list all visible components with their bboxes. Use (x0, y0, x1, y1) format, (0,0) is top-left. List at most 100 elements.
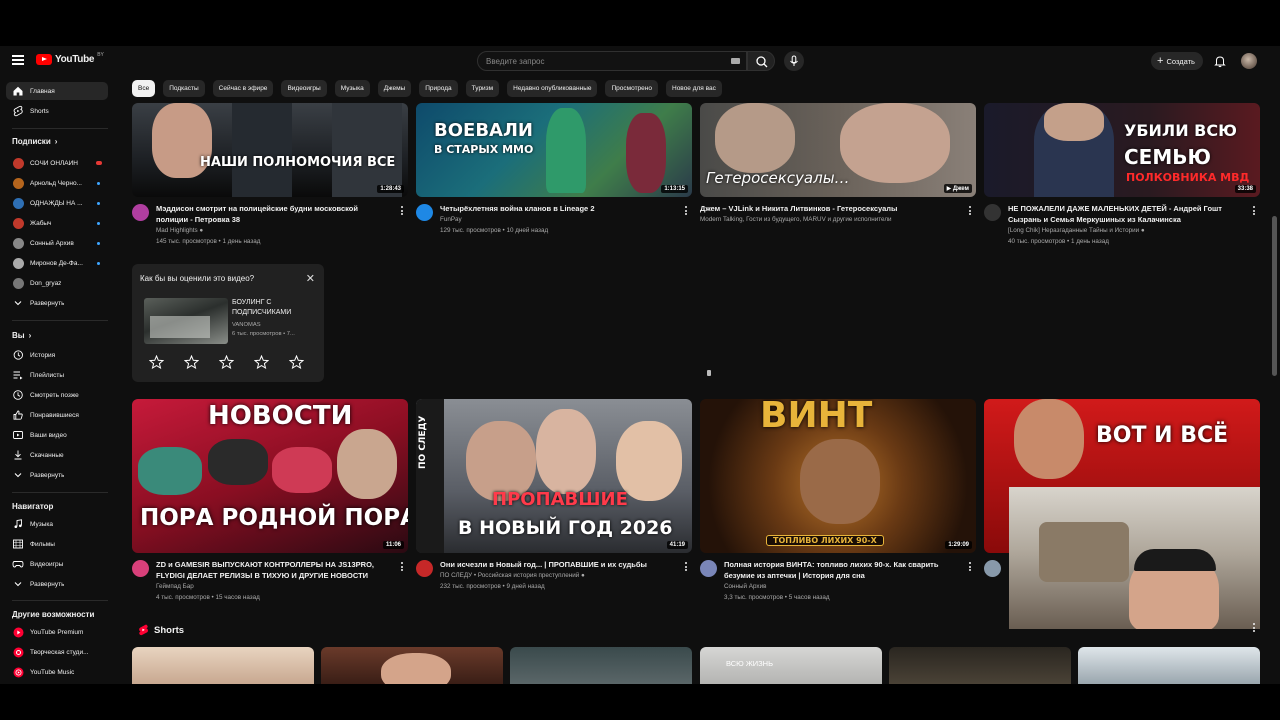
short-thumbnail[interactable]: ВСЮ ЖИЗНЬ (700, 647, 882, 684)
chip-all[interactable]: Все (132, 80, 156, 97)
you-expand[interactable]: Развернуть (6, 466, 108, 484)
sidebar-sub-item[interactable]: СОЧИ ОНЛАЙН (6, 154, 108, 172)
more-actions-icon[interactable] (969, 206, 972, 217)
sidebar-item-downloads[interactable]: Скачанные (6, 446, 108, 464)
survey-video-thumbnail[interactable] (144, 298, 228, 344)
account-avatar[interactable] (1241, 53, 1257, 69)
channel-avatar[interactable] (416, 204, 433, 221)
video-title[interactable]: Они исчезли в Новый год... | ПРОПАВШИЕ и… (440, 560, 676, 571)
channel-name[interactable]: ПО СЛЕДУ • Российская история преступлен… (440, 572, 585, 579)
keyboard-icon[interactable] (731, 58, 740, 64)
search-button[interactable] (747, 51, 775, 71)
video-thumbnail[interactable]: Гетеросексуалы… ▶ Джем (700, 103, 976, 197)
menu-icon[interactable] (12, 55, 24, 65)
more-actions-icon[interactable] (685, 206, 688, 217)
channel-name[interactable]: Геймпад Бар (156, 583, 194, 590)
sidebar-item-history[interactable]: История (6, 346, 108, 364)
channel-avatar[interactable] (984, 204, 1001, 221)
sidebar-item-gaming[interactable]: Видеоигры (6, 555, 108, 573)
channel-avatar[interactable] (132, 204, 149, 221)
video-title[interactable]: Джем – VJLink и Никита Литвинков - Гетер… (700, 204, 936, 215)
channel-name[interactable]: Modern Talking, Гости из будущего, MARUV… (700, 216, 892, 223)
close-icon[interactable]: ✕ (306, 272, 315, 285)
voice-search-button[interactable] (784, 51, 804, 71)
more-actions-icon[interactable] (1253, 206, 1256, 217)
short-thumbnail[interactable] (889, 647, 1071, 684)
chip-nature[interactable]: Природа (419, 80, 458, 97)
subscriptions-heading[interactable]: Подписки › (12, 137, 57, 146)
video-title[interactable]: НЕ ПОЖАЛЕЛИ ДАЖЕ МАЛЕНЬКИХ ДЕТЕЙ - Андре… (1008, 204, 1244, 225)
channel-name[interactable]: [Long Chik] Неразгаданные Тайны и Истори… (1008, 227, 1145, 234)
video-thumbnail[interactable]: УБИЛИ ВСЮ СЕМЬЮ ПОЛКОВНИКА МВД 33:38 (984, 103, 1260, 197)
chip-live[interactable]: Сейчас в эфире (212, 80, 274, 97)
sidebar-item-home[interactable]: Главная (6, 82, 108, 100)
sidebar-item-your-videos[interactable]: Ваши видео (6, 426, 108, 444)
sidebar-item-shorts[interactable]: Shorts (6, 102, 108, 120)
sidebar-item-premium[interactable]: YouTube Premium (6, 623, 108, 641)
video-thumbnail[interactable]: ВОЕВАЛИ В СТАРЫХ ММО 1:13:15 (416, 103, 692, 197)
video-title[interactable]: Четырёхлетняя война кланов в Lineage 2 (440, 204, 676, 215)
sidebar-sub-item[interactable]: ОДНАЖДЫ НА ... (6, 194, 108, 212)
channel-avatar[interactable] (416, 560, 433, 577)
youtube-logo[interactable]: YouTube BY (36, 52, 104, 65)
chip-podcasts[interactable]: Подкасты (163, 80, 205, 97)
subscriptions-expand[interactable]: Развернуть (6, 294, 108, 312)
sidebar-item-films[interactable]: Фильмы (6, 535, 108, 553)
video-card[interactable]: ВИНТ ТОПЛИВО ЛИХИХ 90-Х 1:29:09 Полная и… (700, 399, 976, 609)
chip-tourism[interactable]: Туризм (465, 80, 500, 97)
more-actions-icon[interactable] (1253, 623, 1256, 634)
channel-name[interactable]: Mad Highlights ● (156, 227, 203, 234)
more-actions-icon[interactable] (969, 562, 972, 573)
channel-name[interactable]: FunPay (440, 216, 462, 223)
sidebar-item-yt-music[interactable]: YouTube Music (6, 663, 108, 681)
sidebar-item-watch-later[interactable]: Смотреть позже (6, 386, 108, 404)
star-icon[interactable] (219, 355, 234, 369)
navigator-expand[interactable]: Развернуть (6, 575, 108, 593)
bell-icon[interactable] (1213, 54, 1227, 68)
video-thumbnail[interactable]: НОВОСТИ ПОРА РОДНОЙ ПОРА 11:06 (132, 399, 408, 553)
sidebar-sub-item[interactable]: Миронов Де-Фа... (6, 254, 108, 272)
search-input[interactable] (486, 55, 716, 68)
video-title[interactable]: ZD и GAMESIR ВЫПУСКАЮТ КОНТРОЛЛЕРЫ НА JS… (156, 560, 392, 581)
you-heading[interactable]: Вы › (12, 331, 31, 340)
star-icon[interactable] (149, 355, 164, 369)
more-actions-icon[interactable] (401, 562, 404, 573)
star-icon[interactable] (184, 355, 199, 369)
video-thumbnail[interactable]: НАШИ ПОЛНОМОЧИЯ ВСЕ 1:28:43 (132, 103, 408, 197)
chip-watched[interactable]: Просмотрено (605, 80, 658, 97)
video-card[interactable]: ВОТ И ВСЁ (984, 399, 1260, 634)
more-actions-icon[interactable] (401, 206, 404, 217)
chip-new-to-you[interactable]: Новое для вас (666, 80, 722, 97)
video-thumbnail[interactable]: ВИНТ ТОПЛИВО ЛИХИХ 90-Х 1:29:09 (700, 399, 976, 553)
video-card[interactable]: ВОЕВАЛИ В СТАРЫХ ММО 1:13:15 Четырёхлетн… (416, 103, 692, 253)
survey-video-title[interactable]: БОУЛИНГ С ПОДПИСЧИКАМИ (232, 298, 312, 317)
chip-recently-uploaded[interactable]: Недавно опубликованные (507, 80, 598, 97)
short-thumbnail[interactable] (321, 647, 503, 684)
chip-music[interactable]: Музыка (334, 80, 370, 97)
video-title[interactable]: Мэддисон смотрит на полицейские будни мо… (156, 204, 392, 225)
sidebar-sub-item[interactable]: Арнольд Черно... (6, 174, 108, 192)
video-thumbnail[interactable]: ПО СЛЕДУ ПРОПАВШИЕ В НОВЫЙ ГОД 2026 41:1… (416, 399, 692, 553)
sidebar-item-music[interactable]: Музыка (6, 515, 108, 533)
sidebar-item-liked[interactable]: Понравившиеся (6, 406, 108, 424)
star-icon[interactable] (254, 355, 269, 369)
page-scrollbar[interactable] (1272, 216, 1277, 376)
channel-name[interactable]: Сонный Архив (724, 583, 766, 590)
create-button[interactable]: + Создать (1151, 52, 1203, 70)
video-card[interactable]: УБИЛИ ВСЮ СЕМЬЮ ПОЛКОВНИКА МВД 33:38 НЕ … (984, 103, 1260, 253)
sidebar-item-playlists[interactable]: Плейлисты (6, 366, 108, 384)
chip-jams[interactable]: Джемы (377, 80, 412, 97)
channel-avatar[interactable] (700, 560, 717, 577)
more-actions-icon[interactable] (685, 562, 688, 573)
channel-avatar[interactable] (132, 560, 149, 577)
video-card[interactable]: ПО СЛЕДУ ПРОПАВШИЕ В НОВЫЙ ГОД 2026 41:1… (416, 399, 692, 609)
sidebar-sub-item[interactable]: Жабыч (6, 214, 108, 232)
short-thumbnail[interactable] (1078, 647, 1260, 684)
chip-gaming[interactable]: Видеоигры (281, 80, 327, 97)
sidebar-sub-item[interactable]: Сонный Архив (6, 234, 108, 252)
short-thumbnail[interactable] (510, 647, 692, 684)
channel-avatar[interactable] (984, 560, 1001, 577)
star-icon[interactable] (289, 355, 304, 369)
video-title[interactable]: Полная история ВИНТА: топливо лихих 90-х… (724, 560, 960, 581)
sidebar-sub-item[interactable]: Don_gryaz (6, 274, 108, 292)
